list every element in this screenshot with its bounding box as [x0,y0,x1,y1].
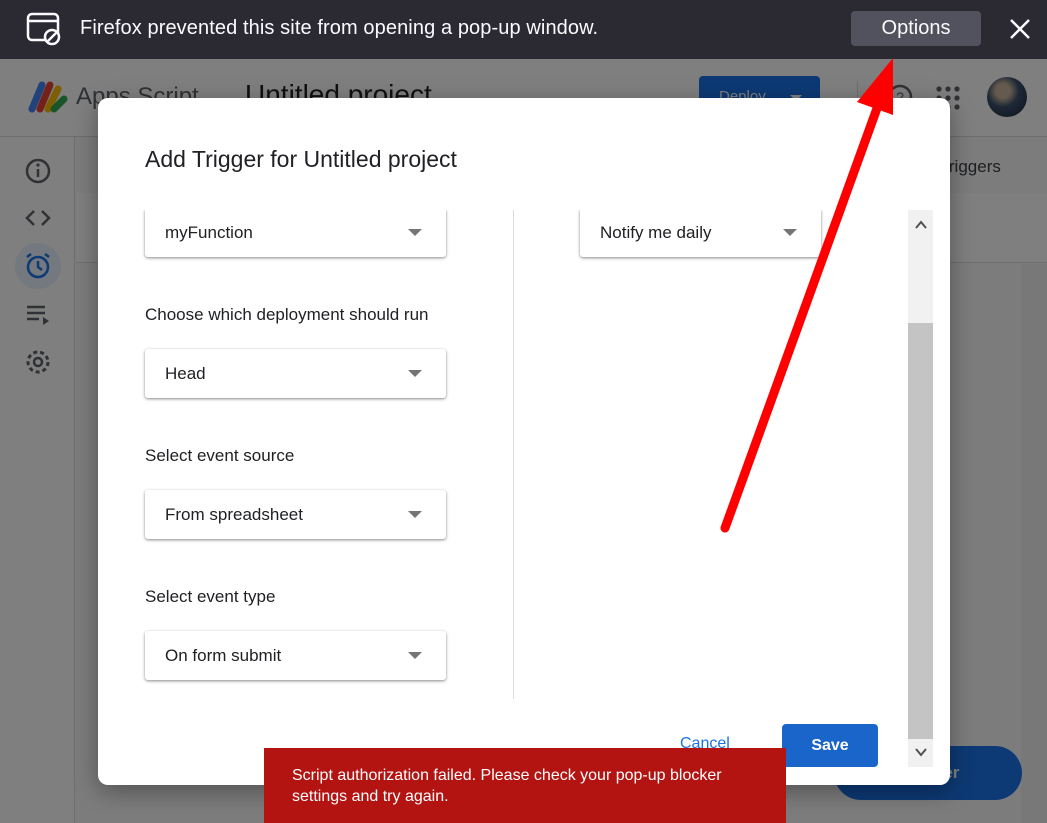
column-divider [513,210,514,699]
event-source-select-value: From spreadsheet [165,505,303,524]
function-select-value: myFunction [165,223,253,242]
event-type-select-value: On form submit [165,646,282,665]
event-type-select[interactable]: On form submit [145,631,446,680]
dropdown-arrow-icon [408,229,422,236]
save-button[interactable]: Save [782,724,878,767]
add-trigger-dialog: Add Trigger for Untitled project myFunct… [98,98,950,785]
close-icon[interactable] [1003,12,1037,46]
dropdown-arrow-icon [408,652,422,659]
dialog-scrollbar[interactable] [908,210,933,767]
deployment-select[interactable]: Head [145,349,446,398]
popup-blocked-notification-bar: Firefox prevented this site from opening… [0,0,1047,59]
event-source-select[interactable]: From spreadsheet [145,490,446,539]
scrollbar-thumb[interactable] [908,323,933,739]
popup-blocked-message: Firefox prevented this site from opening… [80,17,599,39]
scroll-down-icon[interactable] [914,745,928,759]
failure-notification-select-value: Notify me daily [600,223,712,242]
dropdown-arrow-icon [408,511,422,518]
failure-notification-select[interactable]: Notify me daily [580,210,821,257]
options-button[interactable]: Options [851,11,981,46]
error-toast: Script authorization failed. Please chec… [264,748,786,823]
popup-blocked-icon [26,12,62,46]
event-type-label: Select event type [145,587,276,606]
event-source-label: Select event source [145,446,295,465]
deployment-select-value: Head [165,364,206,383]
dropdown-arrow-icon [408,370,422,377]
dropdown-arrow-icon [783,229,797,236]
dialog-title: Add Trigger for Untitled project [145,146,457,172]
dialog-body: myFunction Choose which deployment shoul… [98,210,908,710]
deployment-label: Choose which deployment should run [145,305,429,324]
scroll-up-icon[interactable] [914,218,928,232]
function-select[interactable]: myFunction [145,210,446,257]
